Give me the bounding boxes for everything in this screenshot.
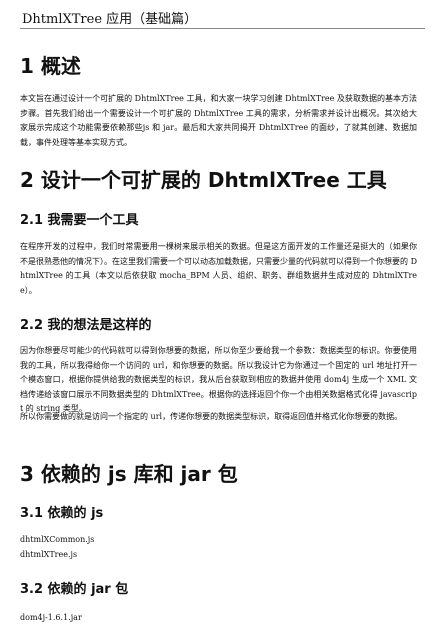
- section-1-paragraph: 本文旨在通过设计一个可扩展的 DhtmlXTree 工具，和大家一块学习创建 D…: [20, 94, 417, 147]
- document-page: DhtmlXTree 应用（基础篇） 1 概述 本文旨在通过设计一个可扩展的 D…: [0, 0, 440, 635]
- section-1-heading: 1 概述: [20, 54, 81, 78]
- section-3-heading: 3 依赖的 js 库和 jar 包: [20, 462, 238, 486]
- page-header: DhtmlXTree 应用（基础篇）: [20, 6, 425, 29]
- subsection-3-1-heading: 3.1 依赖的 js: [20, 506, 104, 521]
- subsection-2-1-heading: 2.1 我需要一个工具: [20, 213, 139, 228]
- js-file-item: dhtmlXCommon.js: [20, 535, 95, 544]
- subsection-2-2-paragraph: 因为你想要尽可能少的代码就可以得到你想要的数据，所以你至少要给我一个参数：数据类…: [20, 346, 417, 413]
- jar-file-item: dom4j-1.6.1.jar: [20, 613, 82, 622]
- subsection-2-2-paragraph-2: 所以你需要做的就是访问一个指定的 url，传递你想要的数据类型标识，取得返回值并…: [20, 412, 403, 421]
- subsection-2-2-heading: 2.2 我的想法是这样的: [20, 318, 152, 333]
- section-2-heading: 2 设计一个可扩展的 DhtmlXTree 工具: [20, 168, 387, 192]
- header-title: DhtmlXTree 应用（基础篇）: [22, 12, 198, 27]
- js-file-item: dhtmlXTree.js: [20, 550, 78, 559]
- subsection-2-1-paragraph: 在程序开发的过程中，我们时常需要用一棵树来展示相关的数据。但是这方面开发的工作量…: [20, 242, 417, 295]
- subsection-3-2-heading: 3.2 依赖的 jar 包: [20, 582, 129, 597]
